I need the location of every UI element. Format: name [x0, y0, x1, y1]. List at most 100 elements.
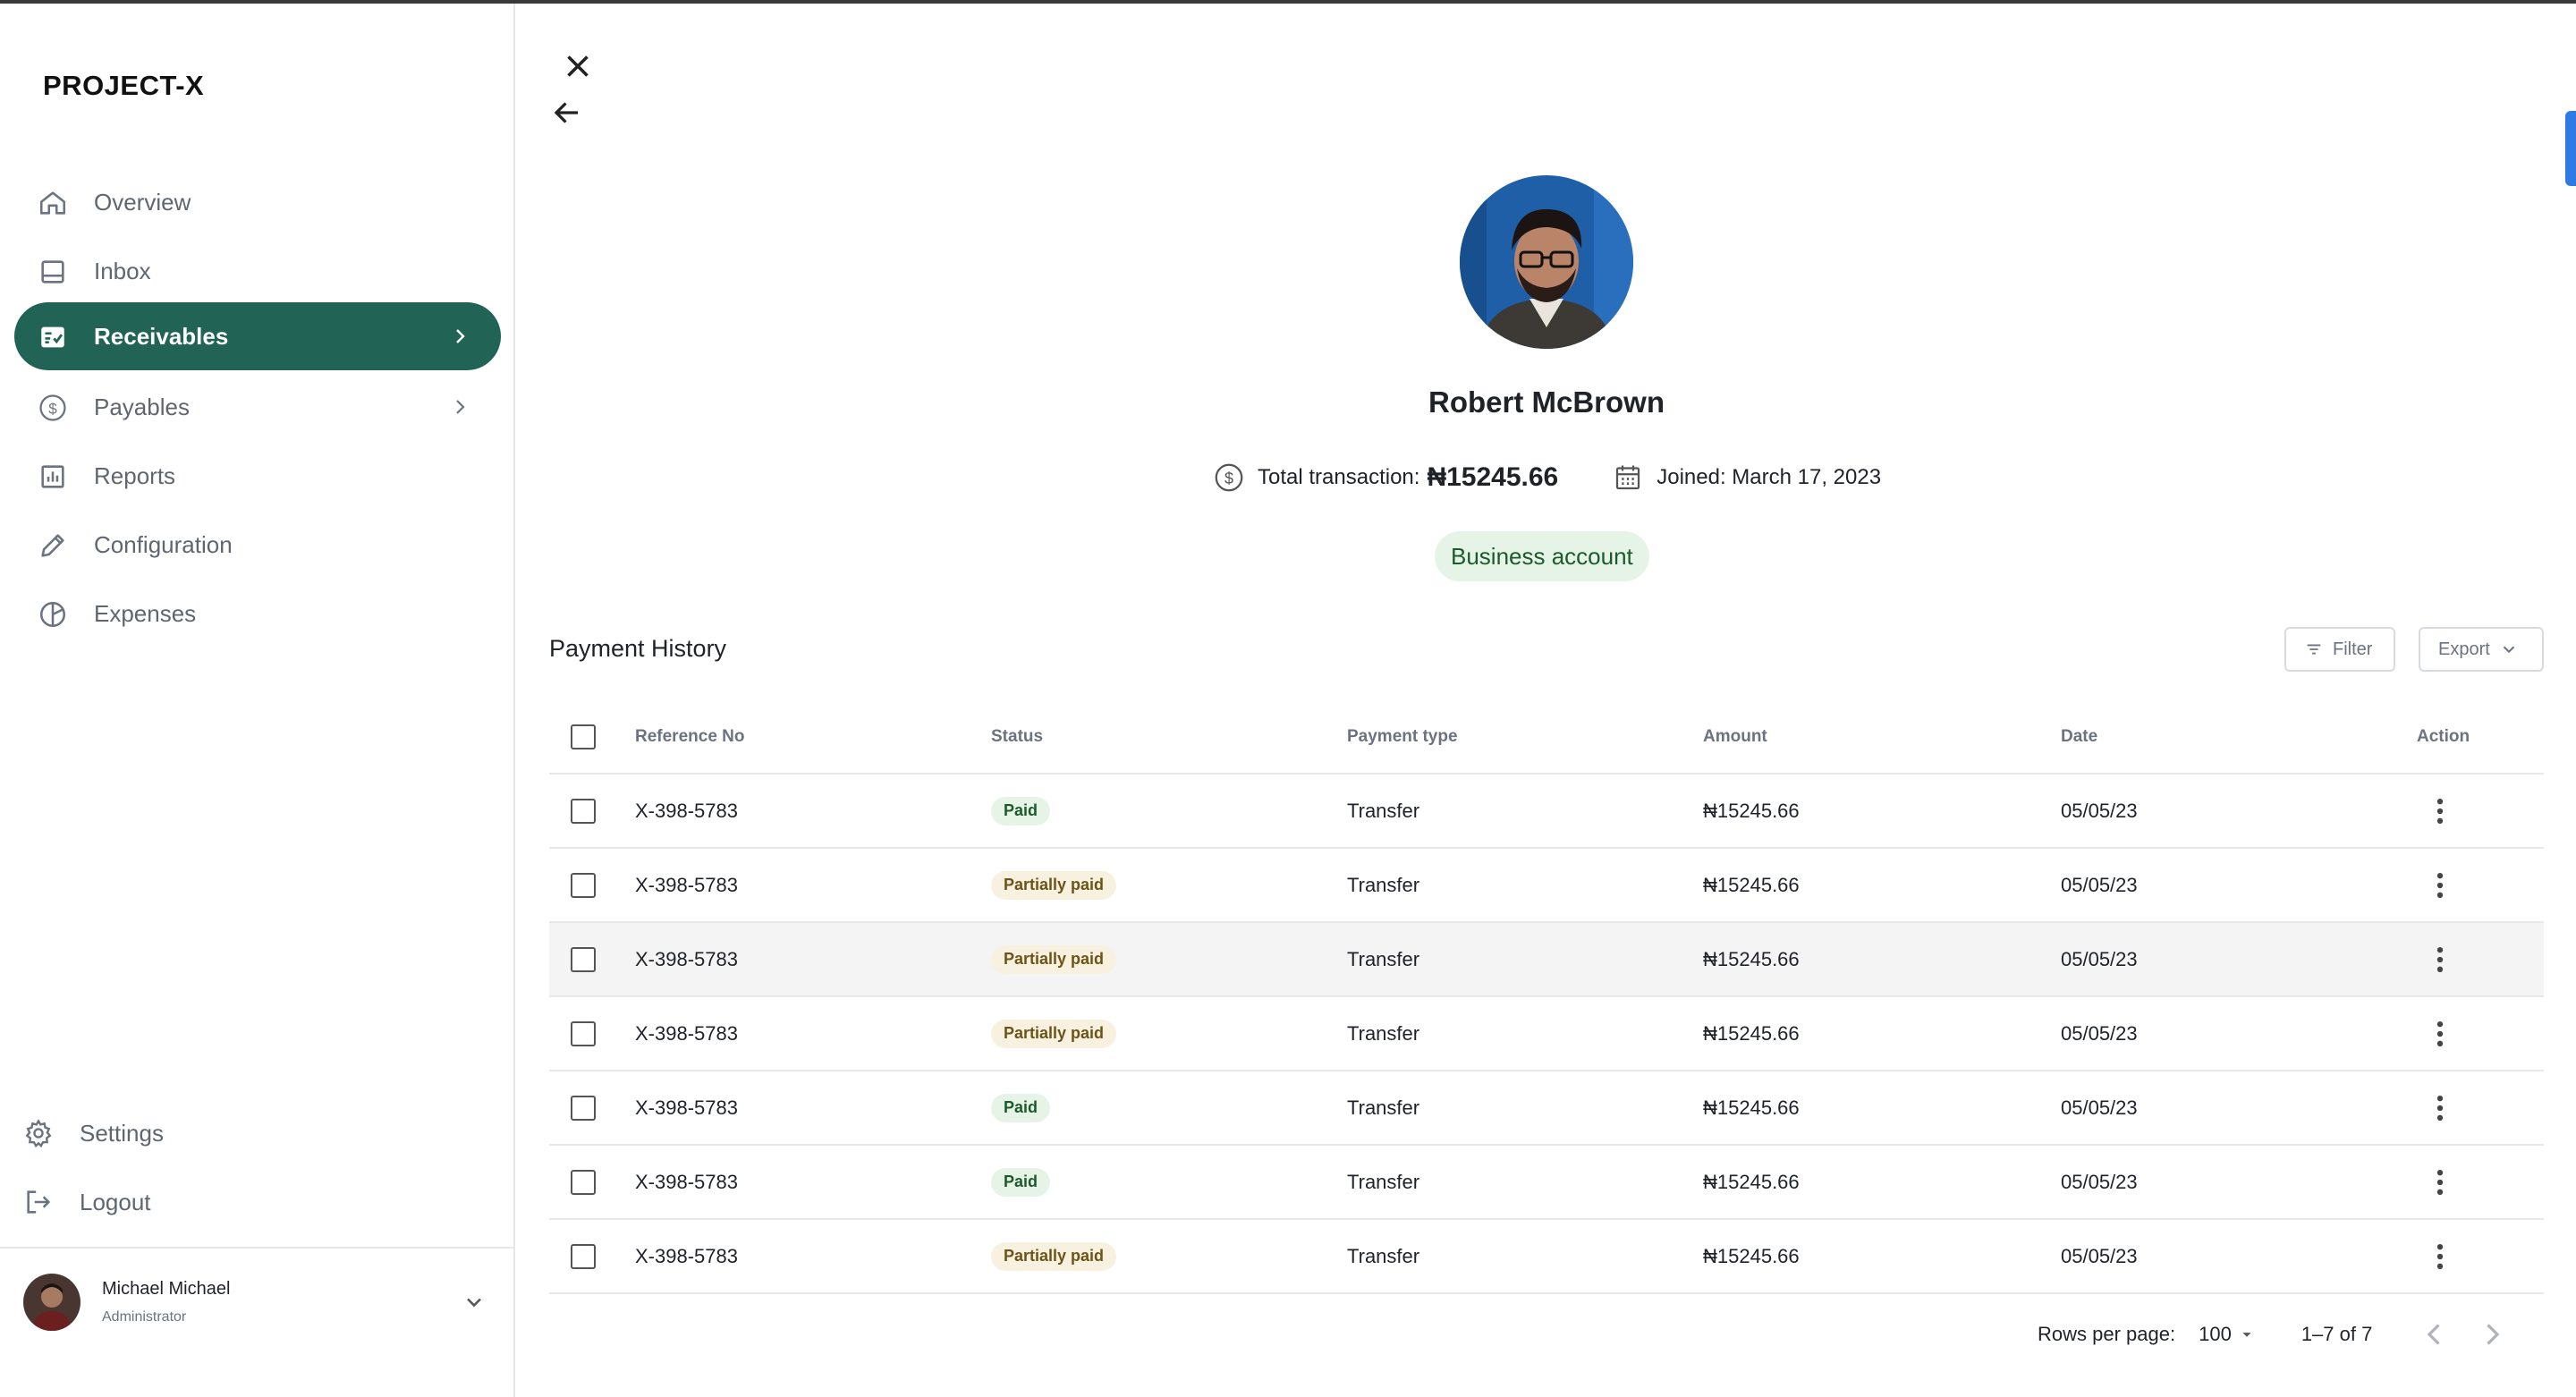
sidebar-item-overview[interactable]: Overview [14, 168, 501, 236]
sidebar-item-receivables[interactable]: Receivables [14, 302, 501, 370]
more-vertical-icon[interactable] [2422, 1016, 2458, 1052]
pencil-icon [41, 534, 64, 557]
table-row[interactable]: X-398-5783 Partially paid Transfer ₦15245.6… [549, 1220, 2544, 1294]
sidebar-item-label: Overview [94, 188, 191, 216]
table-row[interactable]: X-398-5783 Partially paid Transfer ₦15245.6… [549, 849, 2544, 923]
profile-avatar [1460, 175, 1633, 349]
total-transaction-label: Total transaction: [1258, 465, 1420, 489]
user-card[interactable]: Michael Michael Administrator [0, 1249, 513, 1356]
profile-name: Robert McBrown [1428, 385, 1665, 419]
date-cell: 05/05/23 [2061, 799, 2138, 822]
rows-per-page-value: 100 [2199, 1323, 2232, 1345]
reference-cell: X-398-5783 [635, 1021, 738, 1045]
column-header-reference[interactable]: Reference No [635, 701, 745, 773]
arrow-left-icon[interactable] [551, 97, 583, 129]
amount-cell: ₦15245.66 [1703, 947, 1800, 970]
bar-chart-icon [41, 465, 64, 488]
table-row[interactable]: X-398-5783 Partially paid Transfer ₦15245.6… [549, 923, 2544, 997]
section-title: Payment History [549, 635, 727, 662]
more-vertical-icon[interactable] [2422, 942, 2458, 978]
sidebar-item-configuration[interactable]: Configuration [14, 511, 501, 579]
home-icon [39, 191, 66, 215]
amount-cell: ₦15245.66 [1703, 1170, 1800, 1193]
select-all-checkbox[interactable] [571, 724, 596, 749]
sidebar-item-inbox[interactable]: Inbox [14, 237, 501, 305]
profile-stats: $ Total transaction: ₦15245.66 Joined: M… [1213, 458, 1881, 497]
sidebar: PROJECT-X Overview Inbox Receivables $ P… [0, 4, 515, 1397]
amount-cell: ₦15245.66 [1703, 1244, 1800, 1267]
row-checkbox[interactable] [571, 872, 596, 898]
reference-cell: X-398-5783 [635, 873, 738, 896]
date-cell: 05/05/23 [2061, 947, 2138, 970]
more-vertical-icon[interactable] [2422, 793, 2458, 829]
row-checkbox[interactable] [571, 946, 596, 972]
sidebar-item-expenses[interactable]: Expenses [14, 580, 501, 648]
sidebar-item-logout[interactable]: Logout [14, 1173, 501, 1232]
sidebar-item-reports[interactable]: Reports [14, 442, 501, 510]
filter-button[interactable]: Filter [2284, 627, 2395, 672]
status-badge: Partially paid [991, 1241, 1117, 1271]
export-label: Export [2438, 639, 2490, 659]
chevron-left-icon[interactable] [2419, 1318, 2451, 1350]
row-checkbox[interactable] [571, 798, 596, 824]
amount-cell: ₦15245.66 [1703, 1096, 1800, 1119]
chevron-down-icon [2503, 646, 2515, 654]
status-badge: Partially paid [991, 944, 1117, 974]
caret-down-icon [2242, 1333, 2251, 1337]
more-vertical-icon[interactable] [2422, 1164, 2458, 1200]
pagination-range: 1–7 of 7 [2301, 1323, 2373, 1345]
table-row[interactable]: X-398-5783 Paid Transfer ₦15245.66 05/05/23 [549, 1071, 2544, 1146]
column-header-status[interactable]: Status [991, 701, 1043, 773]
more-vertical-icon[interactable] [2422, 1090, 2458, 1126]
table-header: Reference No Status Payment type Amount … [549, 701, 2544, 775]
close-icon[interactable] [562, 50, 594, 82]
svg-text:$: $ [48, 400, 57, 417]
more-vertical-icon[interactable] [2422, 1239, 2458, 1274]
reference-cell: X-398-5783 [635, 1096, 738, 1119]
row-checkbox[interactable] [571, 1243, 596, 1269]
sidebar-item-settings[interactable]: Settings [14, 1104, 501, 1163]
sidebar-item-label: Configuration [94, 530, 233, 558]
reference-cell: X-398-5783 [635, 947, 738, 970]
table-body: X-398-5783 Paid Transfer ₦15245.66 05/05/23 X… [549, 775, 2544, 1294]
more-vertical-icon[interactable] [2422, 868, 2458, 903]
sidebar-item-label: Logout [80, 1188, 151, 1215]
payment-type-cell: Transfer [1347, 873, 1420, 896]
chevron-right-icon[interactable] [2476, 1318, 2508, 1350]
filter-label: Filter [2333, 639, 2373, 659]
payment-type-cell: Transfer [1347, 1096, 1420, 1119]
table-row[interactable]: X-398-5783 Partially paid Transfer ₦15245.6… [549, 997, 2544, 1071]
avatar [23, 1274, 80, 1331]
table-row[interactable]: X-398-5783 Paid Transfer ₦15245.66 05/05/23 [549, 775, 2544, 849]
total-transaction-value: ₦15245.66 [1427, 462, 1559, 492]
pie-chart-icon [39, 601, 66, 628]
column-header-date[interactable]: Date [2061, 701, 2097, 773]
rows-per-page-select[interactable]: 100 [2199, 1323, 2257, 1346]
pagination: Rows per page: 100 1–7 of 7 [2038, 1315, 2508, 1354]
row-checkbox[interactable] [571, 1095, 596, 1121]
export-button[interactable]: Export [2419, 627, 2544, 672]
account-type-badge: Business account [1435, 531, 1649, 581]
column-header-amount[interactable]: Amount [1703, 701, 1767, 773]
table-row[interactable]: X-398-5783 Paid Transfer ₦15245.66 05/05/23 [549, 1146, 2544, 1220]
sidebar-item-payables[interactable]: $ Payables [14, 373, 501, 441]
row-checkbox[interactable] [571, 1020, 596, 1046]
payment-type-cell: Transfer [1347, 1170, 1420, 1193]
chevron-down-icon[interactable] [462, 1290, 487, 1315]
inbox-icon [41, 260, 64, 284]
rows-per-page-label: Rows per page: [2038, 1323, 2176, 1345]
payment-history-table: Reference No Status Payment type Amount … [549, 701, 2544, 1294]
receivables-icon [41, 326, 64, 348]
reference-cell: X-398-5783 [635, 1244, 738, 1267]
status-badge: Paid [991, 1167, 1051, 1197]
scrollbar-thumb[interactable] [2565, 111, 2576, 186]
payment-type-cell: Transfer [1347, 1021, 1420, 1045]
reference-cell: X-398-5783 [635, 799, 738, 822]
amount-cell: ₦15245.66 [1703, 1021, 1800, 1045]
row-checkbox[interactable] [571, 1169, 596, 1195]
calendar-icon [1616, 465, 1640, 490]
sidebar-item-label: Settings [80, 1119, 164, 1147]
reference-cell: X-398-5783 [635, 1170, 738, 1193]
customer-detail-panel: Robert McBrown $ Total transaction: ₦152… [517, 4, 2576, 1397]
column-header-payment-type[interactable]: Payment type [1347, 701, 1458, 773]
